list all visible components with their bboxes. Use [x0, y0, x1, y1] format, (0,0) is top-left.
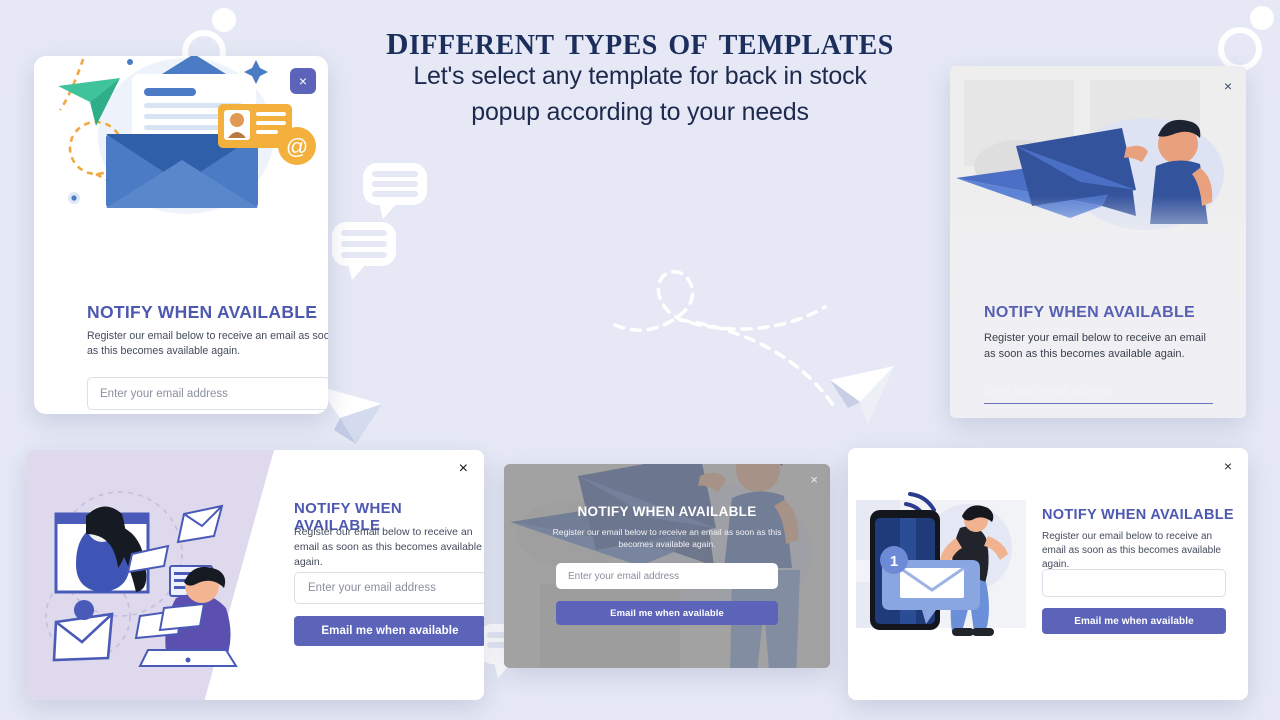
- card-description: Register our email below to receive an e…: [552, 527, 782, 549]
- email-input[interactable]: Enter your email address: [984, 378, 1213, 404]
- email-input[interactable]: [1042, 569, 1226, 597]
- decor-dashed-trail: [613, 270, 837, 410]
- card-description: Register our email below to receive an e…: [294, 526, 482, 568]
- decor-paper-plane-left: [318, 386, 382, 444]
- template-card-1[interactable]: @ × NOTIFY WHEN AVAILABLE Register our e…: [34, 56, 328, 414]
- email-input[interactable]: Enter your email address: [556, 563, 778, 589]
- decor-speech-bubble-lower: [332, 222, 396, 280]
- close-icon[interactable]: ×: [290, 68, 316, 94]
- page-subtitle-line1: Let's select any template for back in st…: [413, 62, 867, 90]
- template-card-2[interactable]: × NOTIFY WHEN AVAILABLE Register your em…: [950, 66, 1246, 418]
- close-icon[interactable]: ×: [1224, 458, 1232, 474]
- template-card-5[interactable]: × 1 NOTIFY WHEN AVAILABLE Register our e…: [848, 448, 1248, 700]
- email-input[interactable]: Enter your email address: [87, 377, 328, 410]
- svg-text:@: @: [286, 134, 308, 159]
- submit-button[interactable]: Email me when available: [556, 601, 778, 625]
- decor-speech-bubble-upper: [363, 163, 427, 219]
- illustration-phone-notification: 1: [856, 492, 1026, 636]
- submit-button[interactable]: Email me when available: [294, 616, 484, 646]
- card-description: Register our email below to receive an e…: [1042, 531, 1221, 570]
- page-subtitle-line2: popup according to your needs: [471, 98, 809, 126]
- close-icon[interactable]: ×: [1224, 78, 1232, 94]
- decor-paper-plane-middle: [830, 366, 894, 424]
- card-heading: NOTIFY WHEN AVAILABLE: [87, 302, 318, 322]
- template-card-4[interactable]: × NOTIFY WHEN AVAILABLE Register our ema…: [504, 464, 830, 668]
- card-description: Register your email below to receive an …: [984, 332, 1206, 360]
- card-description: Register our email below to receive an e…: [87, 330, 328, 357]
- illustration-envelope-letter: @: [58, 56, 316, 214]
- card-heading: NOTIFY WHEN AVAILABLE: [577, 504, 757, 519]
- card-heading: NOTIFY WHEN AVAILABLE: [984, 304, 1196, 321]
- close-icon[interactable]: ×: [459, 460, 468, 478]
- card-heading: NOTIFY WHEN AVAILABLE: [1042, 507, 1234, 523]
- template-card-3[interactable]: × NOTIFY WHEN AVAILABLE Register our ema…: [26, 450, 484, 700]
- submit-button[interactable]: Email me when available: [1042, 608, 1226, 634]
- illustration-people-mail: [45, 491, 238, 667]
- notification-badge-count: 1: [890, 553, 898, 570]
- close-icon[interactable]: ×: [810, 472, 818, 487]
- email-input[interactable]: Enter your email address: [294, 572, 484, 604]
